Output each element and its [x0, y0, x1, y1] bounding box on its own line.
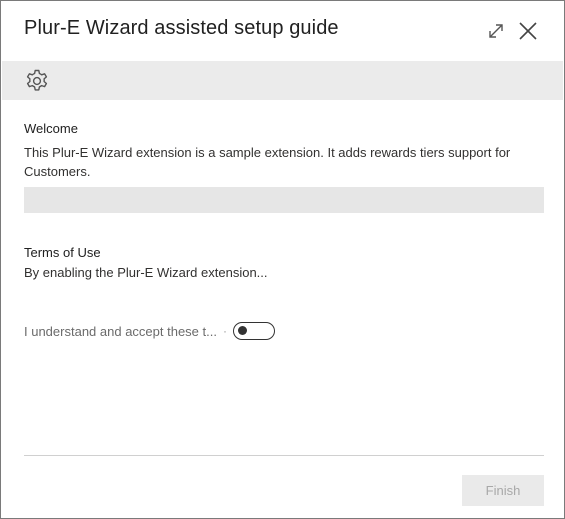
terms-text: By enabling the Plur-E Wizard extension.…: [24, 265, 268, 280]
welcome-text: This Plur-E Wizard extension is a sample…: [24, 145, 511, 179]
setup-dialog: Plur-E Wizard assisted setup guide Welco…: [0, 0, 565, 519]
gear-icon[interactable]: [24, 68, 50, 94]
toggle-knob: [237, 326, 247, 335]
action-bar: [2, 61, 563, 100]
accept-terms-label: I understand and accept these t...: [24, 323, 217, 339]
footer-divider: [24, 455, 544, 456]
field-separator-dot: ·: [222, 324, 227, 338]
terms-heading: Terms of Use: [24, 245, 101, 260]
finish-button[interactable]: Finish: [462, 475, 544, 506]
close-icon[interactable]: [517, 20, 539, 42]
expand-icon[interactable]: [486, 21, 506, 41]
dialog-title: Plur-E Wizard assisted setup guide: [24, 17, 339, 39]
progress-bar: [24, 187, 544, 213]
accept-terms-toggle[interactable]: [232, 322, 275, 340]
accept-terms-row: I understand and accept these t... ·: [24, 321, 275, 341]
welcome-heading: Welcome: [24, 121, 78, 136]
